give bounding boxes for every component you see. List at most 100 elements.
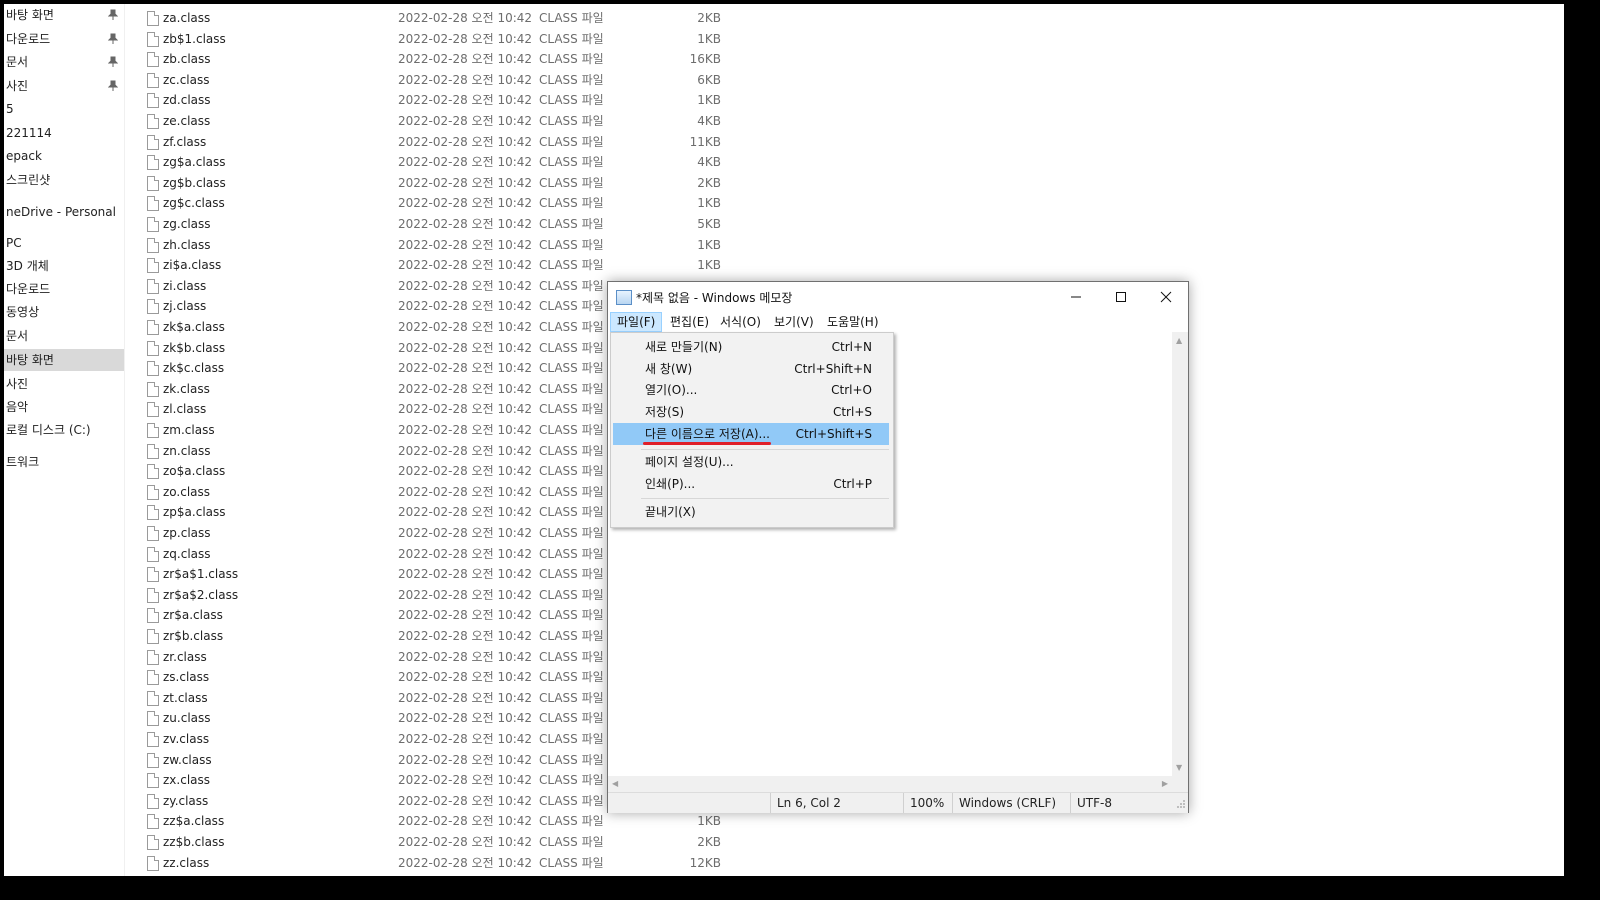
file-type: CLASS 파일: [539, 546, 604, 561]
maximize-button[interactable]: [1098, 282, 1143, 312]
minimize-button[interactable]: [1053, 282, 1098, 312]
resize-grip-icon[interactable]: [1176, 799, 1186, 809]
nav-item-label: 바탕 화면: [6, 353, 54, 367]
menu-file[interactable]: 파일(F): [610, 312, 663, 332]
nav-item[interactable]: 문서: [4, 51, 124, 73]
menu-item-label: 저장(S): [645, 405, 685, 419]
title-bar[interactable]: *제목 없음 - Windows 메모장: [608, 282, 1188, 312]
file-row[interactable]: zd.class 2022-02-28 오전 10:42 CLASS 파일 1KB: [144, 90, 744, 111]
menu-item-print[interactable]: 인쇄(P)... Ctrl+P: [613, 473, 889, 495]
file-type: CLASS 파일: [539, 320, 604, 334]
file-row[interactable]: zc.class 2022-02-28 오전 10:42 CLASS 파일 6KB: [144, 70, 744, 91]
file-icon: [147, 443, 159, 459]
file-row[interactable]: zg.class 2022-02-28 오전 10:42 CLASS 파일 5KB: [144, 214, 744, 235]
nav-item[interactable]: 221114: [4, 122, 124, 144]
scroll-right-icon[interactable]: ▶: [1162, 779, 1168, 788]
file-row[interactable]: zg$a.class 2022-02-28 오전 10:42 CLASS 파일 4KB: [144, 152, 744, 173]
file-type: CLASS 파일: [539, 299, 604, 314]
nav-item[interactable]: 스크린샷: [4, 169, 124, 191]
file-type: CLASS 파일: [539, 423, 604, 437]
menu-format[interactable]: 서식(O): [714, 313, 767, 331]
file-date: 2022-02-28 오전 10:42: [398, 752, 533, 767]
file-icon: [147, 670, 159, 686]
menu-item-save[interactable]: 저장(S) Ctrl+S: [613, 401, 889, 423]
nav-item[interactable]: 문서: [4, 325, 124, 347]
nav-item[interactable]: 바탕 화면: [4, 349, 124, 371]
file-date: 2022-02-28 오전 10:42: [398, 464, 533, 479]
file-row[interactable]: zg$b.class 2022-02-28 오전 10:42 CLASS 파일 2KB: [144, 173, 744, 194]
nav-item[interactable]: PC: [4, 232, 124, 254]
file-date: 2022-02-28 오전 10:42: [398, 237, 533, 252]
nav-item[interactable]: 사진: [4, 75, 124, 97]
file-row[interactable]: ze.class 2022-02-28 오전 10:42 CLASS 파일 4KB: [144, 111, 744, 132]
menu-view[interactable]: 보기(V): [768, 313, 820, 331]
file-icon: [147, 11, 159, 26]
file-row[interactable]: zb$1.class 2022-02-28 오전 10:42 CLASS 파일 1KB: [144, 29, 744, 50]
file-row[interactable]: zi$a.class 2022-02-28 오전 10:42 CLASS 파일 1KB: [144, 255, 744, 276]
nav-item[interactable]: epack: [4, 145, 124, 167]
file-row[interactable]: zz$a.class 2022-02-28 오전 10:42 CLASS 파일 1KB: [144, 811, 744, 832]
menu-item-new[interactable]: 새로 만들기(N) Ctrl+N: [613, 336, 889, 358]
scroll-left-icon[interactable]: ◀: [612, 779, 618, 788]
menu-item-exit[interactable]: 끝내기(X): [613, 501, 889, 523]
file-type: CLASS 파일: [539, 237, 604, 252]
menu-item-label: 새로 만들기(N): [645, 340, 723, 354]
file-row[interactable]: zz$b.class 2022-02-28 오전 10:42 CLASS 파일 2KB: [144, 832, 744, 853]
horizontal-scrollbar[interactable]: ◀ ▶: [608, 776, 1172, 792]
file-date: 2022-02-28 오전 10:42: [398, 258, 533, 273]
nav-item[interactable]: 음악: [4, 396, 124, 418]
menu-separator: [641, 498, 889, 499]
nav-item[interactable]: 사진: [4, 373, 124, 395]
file-row[interactable]: zb.class 2022-02-28 오전 10:42 CLASS 파일 16KB: [144, 49, 744, 70]
nav-item[interactable]: 동영상: [4, 301, 124, 323]
file-name: zk.class: [163, 381, 210, 396]
file-row[interactable]: za.class 2022-02-28 오전 10:42 CLASS 파일 2KB: [144, 8, 744, 29]
nav-item[interactable]: 트워크: [4, 451, 124, 473]
file-type: CLASS 파일: [539, 690, 604, 705]
nav-item[interactable]: 다운로드: [4, 28, 124, 50]
nav-item[interactable]: 로컬 디스크 (C:): [4, 419, 124, 441]
file-name: zh.class: [163, 237, 211, 252]
menu-item-shortcut: Ctrl+N: [831, 340, 872, 354]
file-type: CLASS 파일: [539, 484, 604, 499]
scroll-corner: [1172, 776, 1188, 792]
file-date: 2022-02-28 오전 10:42: [398, 484, 533, 499]
file-size: 1KB: [697, 93, 721, 108]
nav-item[interactable]: 다운로드: [4, 278, 124, 300]
menu-help[interactable]: 도움말(H): [821, 313, 885, 331]
file-row[interactable]: zg$c.class 2022-02-28 오전 10:42 CLASS 파일 1KB: [144, 193, 744, 214]
file-name: zp.class: [163, 526, 211, 540]
file-name: zp$a.class: [163, 505, 226, 520]
menu-edit[interactable]: 편집(E): [664, 313, 715, 331]
menu-item-page-setup[interactable]: 페이지 설정(U)...: [613, 451, 889, 473]
file-row[interactable]: zh.class 2022-02-28 오전 10:42 CLASS 파일 1KB: [144, 235, 744, 256]
file-icon: [147, 526, 159, 541]
file-name: zr$a$1.class: [163, 567, 239, 582]
file-row[interactable]: zf.class 2022-02-28 오전 10:42 CLASS 파일 11KB: [144, 132, 744, 153]
file-type: CLASS 파일: [539, 340, 604, 355]
scroll-down-icon[interactable]: ▼: [1176, 763, 1182, 772]
nav-item[interactable]: 3D 개체: [4, 255, 124, 277]
file-name: ze.class: [163, 114, 211, 128]
file-name: zk$c.class: [163, 361, 225, 376]
nav-item-label: 바탕 화면: [6, 8, 54, 22]
file-type: CLASS 파일: [539, 175, 604, 190]
nav-item[interactable]: 바탕 화면: [4, 4, 124, 26]
scroll-up-icon[interactable]: ▲: [1176, 336, 1182, 345]
file-row[interactable]: zz.class 2022-02-28 오전 10:42 CLASS 파일 12KB: [144, 853, 744, 874]
menu-item-new-window[interactable]: 새 창(W) Ctrl+Shift+N: [613, 358, 889, 380]
nav-item[interactable]: neDrive - Personal: [4, 201, 124, 223]
nav-item[interactable]: 5: [4, 98, 124, 120]
file-icon: [147, 402, 159, 418]
menu-item-open[interactable]: 열기(O)... Ctrl+O: [613, 379, 889, 401]
annotation-underline: [643, 442, 771, 445]
status-position: Ln 6, Col 2: [770, 793, 902, 813]
file-icon: [147, 464, 159, 480]
file-name: zd.class: [163, 93, 211, 108]
file-name: zx.class: [163, 773, 211, 788]
file-name: zl.class: [163, 402, 207, 417]
vertical-scrollbar[interactable]: ▲ ▼: [1172, 332, 1188, 776]
file-date: 2022-02-28 오전 10:42: [398, 320, 533, 334]
file-date: 2022-02-28 오전 10:42: [398, 587, 533, 602]
close-button[interactable]: [1143, 282, 1188, 312]
